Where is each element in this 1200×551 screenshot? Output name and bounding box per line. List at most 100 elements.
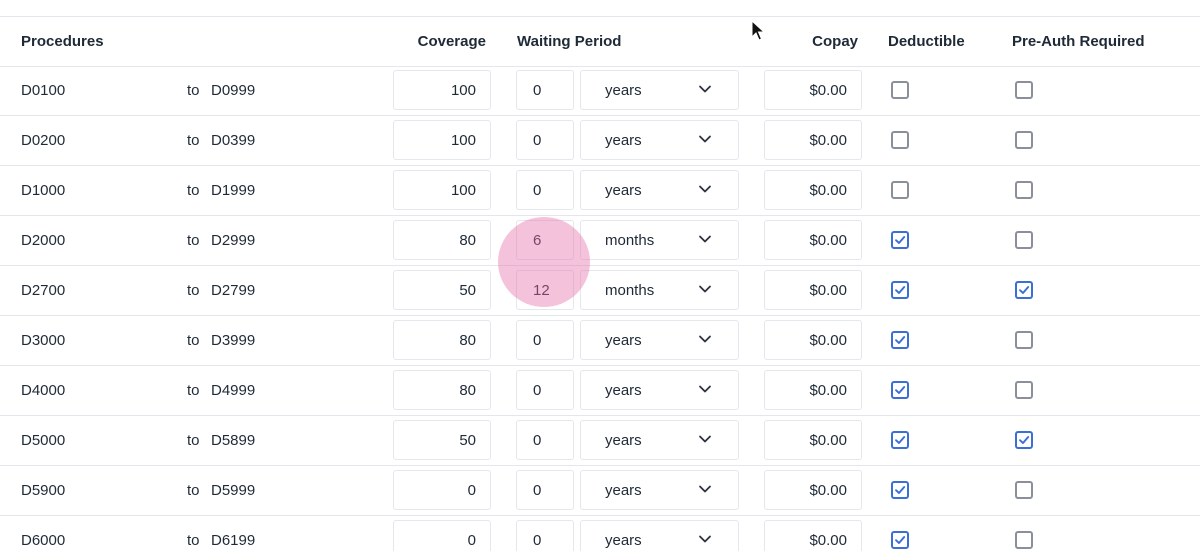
preauth-checkbox[interactable]: [1015, 381, 1033, 399]
copay-input[interactable]: $0.00: [764, 420, 862, 460]
checkmark-icon: [895, 536, 906, 544]
waiting-unit-select[interactable]: months: [580, 270, 739, 310]
coverage-value: 100: [450, 82, 476, 99]
coverage-input[interactable]: 100: [393, 170, 491, 210]
copay-input[interactable]: $0.00: [764, 70, 862, 110]
table-row: D2000 to D2999 80 6 months $0.00: [0, 216, 1200, 266]
copay-input[interactable]: $0.00: [764, 220, 862, 260]
waiting-unit-select[interactable]: years: [580, 120, 739, 160]
coverage-value: 80: [459, 332, 476, 349]
procedure-code-to: D2799: [211, 282, 256, 299]
waiting-period-input[interactable]: 0: [516, 320, 574, 360]
table-row: D5000 to D5899 50 0 years $0.00: [0, 416, 1200, 466]
coverage-input[interactable]: 80: [393, 320, 491, 360]
deductible-checkbox[interactable]: [891, 381, 909, 399]
waiting-unit-value: years: [605, 332, 642, 349]
waiting-period-input[interactable]: 0: [516, 170, 574, 210]
copay-value: $0.00: [809, 182, 847, 199]
table-row: D1000 to D1999 100 0 years $0.00: [0, 166, 1200, 216]
waiting-period-input[interactable]: 0: [516, 120, 574, 160]
coverage-input[interactable]: 80: [393, 370, 491, 410]
copay-input[interactable]: $0.00: [764, 170, 862, 210]
deductible-checkbox[interactable]: [891, 431, 909, 449]
range-separator: to: [187, 232, 200, 249]
deductible-checkbox[interactable]: [891, 481, 909, 499]
checkmark-icon: [895, 336, 906, 344]
waiting-period-value: 0: [533, 532, 542, 549]
preauth-checkbox[interactable]: [1015, 431, 1033, 449]
coverage-input[interactable]: 80: [393, 220, 491, 260]
copay-input[interactable]: $0.00: [764, 120, 862, 160]
chevron-down-icon: [699, 235, 711, 243]
deductible-checkbox[interactable]: [891, 181, 909, 199]
copay-input[interactable]: $0.00: [764, 520, 862, 551]
waiting-unit-select[interactable]: years: [580, 470, 739, 510]
waiting-unit-select[interactable]: months: [580, 220, 739, 260]
preauth-checkbox[interactable]: [1015, 481, 1033, 499]
copay-input[interactable]: $0.00: [764, 370, 862, 410]
deductible-checkbox[interactable]: [891, 81, 909, 99]
range-separator: to: [187, 432, 200, 449]
copay-value: $0.00: [809, 232, 847, 249]
waiting-period-input[interactable]: 0: [516, 520, 574, 551]
deductible-checkbox[interactable]: [891, 231, 909, 249]
waiting-period-input[interactable]: 0: [516, 470, 574, 510]
copay-input[interactable]: $0.00: [764, 470, 862, 510]
waiting-unit-select[interactable]: years: [580, 320, 739, 360]
procedure-code-from: D0100: [21, 82, 66, 99]
chevron-down-icon: [699, 185, 711, 193]
waiting-unit-select[interactable]: years: [580, 370, 739, 410]
copay-input[interactable]: $0.00: [764, 270, 862, 310]
waiting-unit-select[interactable]: years: [580, 170, 739, 210]
waiting-unit-select[interactable]: years: [580, 70, 739, 110]
waiting-period-value: 0: [533, 332, 542, 349]
procedure-code-to: D4999: [211, 382, 256, 399]
chevron-down-icon: [699, 85, 711, 93]
coverage-input[interactable]: 50: [393, 420, 491, 460]
header-deductible: Deductible: [888, 33, 965, 50]
preauth-checkbox[interactable]: [1015, 81, 1033, 99]
checkmark-icon: [895, 436, 906, 444]
coverage-value: 100: [450, 182, 476, 199]
preauth-checkbox[interactable]: [1015, 131, 1033, 149]
range-separator: to: [187, 82, 200, 99]
copay-value: $0.00: [809, 532, 847, 549]
header-preauth-required: Pre-Auth Required: [1012, 33, 1145, 50]
preauth-checkbox[interactable]: [1015, 181, 1033, 199]
coverage-value: 50: [459, 432, 476, 449]
copay-input[interactable]: $0.00: [764, 320, 862, 360]
checkmark-icon: [1019, 286, 1030, 294]
coverage-input[interactable]: 50: [393, 270, 491, 310]
coverage-input[interactable]: 100: [393, 70, 491, 110]
preauth-checkbox[interactable]: [1015, 531, 1033, 549]
range-separator: to: [187, 182, 200, 199]
deductible-checkbox[interactable]: [891, 331, 909, 349]
table-header: Procedures Coverage Waiting Period Copay…: [0, 17, 1200, 67]
procedure-code-from: D1000: [21, 182, 66, 199]
waiting-unit-value: years: [605, 482, 642, 499]
waiting-period-input[interactable]: 0: [516, 70, 574, 110]
chevron-down-icon: [699, 535, 711, 543]
table-row: D0200 to D0399 100 0 years $0.00: [0, 116, 1200, 166]
waiting-period-input[interactable]: 0: [516, 370, 574, 410]
copay-value: $0.00: [809, 282, 847, 299]
preauth-checkbox[interactable]: [1015, 331, 1033, 349]
coverage-input[interactable]: 100: [393, 120, 491, 160]
deductible-checkbox[interactable]: [891, 531, 909, 549]
copay-value: $0.00: [809, 482, 847, 499]
range-separator: to: [187, 332, 200, 349]
copay-value: $0.00: [809, 332, 847, 349]
waiting-unit-select[interactable]: years: [580, 420, 739, 460]
preauth-checkbox[interactable]: [1015, 231, 1033, 249]
waiting-unit-select[interactable]: years: [580, 520, 739, 551]
waiting-period-input[interactable]: 0: [516, 420, 574, 460]
preauth-checkbox[interactable]: [1015, 281, 1033, 299]
waiting-period-value: 0: [533, 82, 542, 99]
procedure-coverage-table: Procedures Coverage Waiting Period Copay…: [0, 0, 1200, 551]
procedure-code-to: D0399: [211, 132, 256, 149]
deductible-checkbox[interactable]: [891, 281, 909, 299]
chevron-down-icon: [699, 485, 711, 493]
coverage-input[interactable]: 0: [393, 520, 491, 551]
deductible-checkbox[interactable]: [891, 131, 909, 149]
coverage-input[interactable]: 0: [393, 470, 491, 510]
